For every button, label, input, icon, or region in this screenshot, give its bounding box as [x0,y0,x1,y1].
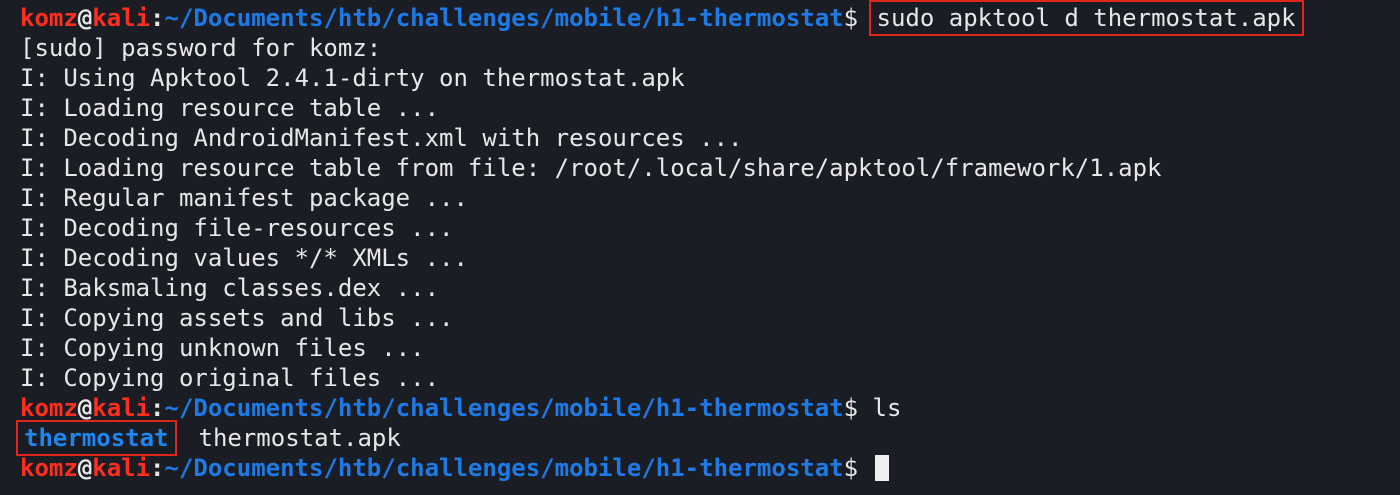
thermostat-apk-file: thermostat.apk [198,424,401,452]
ls-command: ls [872,394,902,422]
block-cursor-icon [874,455,889,481]
prompt-colon: : [150,4,165,32]
output-line: I: Loading resource table ... [20,94,440,122]
prompt-path: ~/Documents/htb/challenges/mobile/h1-the… [164,394,844,422]
prompt-colon: : [150,394,165,422]
output-line: I: Using Apktool 2.4.1-dirty on thermost… [20,64,685,92]
output-line: I: Decoding AndroidManifest.xml with res… [20,124,743,152]
prompt-at: @ [77,454,93,482]
prompt-line-2: komz@kali:~/Documents/htb/challenges/mob… [20,393,1400,423]
prompt-line-1: komz@kali:~/Documents/htb/challenges/mob… [20,0,1400,36]
prompt-line-3[interactable]: komz@kali:~/Documents/htb/challenges/mob… [20,453,1400,483]
output-line: I: Copying assets and libs ... [20,304,454,332]
output-line: I: Copying unknown files ... [20,334,425,362]
terminal-window[interactable]: komz@kali:~/Documents/htb/challenges/mob… [0,0,1400,495]
output-line: I: Decoding values */* XMLs ... [20,244,468,272]
output-line: [sudo] password for komz: [20,34,382,62]
prompt-path: ~/Documents/htb/challenges/mobile/h1-the… [164,4,844,32]
prompt-user: komz [20,454,78,482]
output-line: I: Copying original files ... [20,364,440,392]
prompt-at: @ [77,394,93,422]
output-line: I: Baksmaling classes.dex ... [20,274,440,302]
prompt-colon: : [150,454,165,482]
apktool-command: sudo apktool d thermostat.apk [868,0,1304,36]
prompt-dollar: $ [843,454,859,482]
ls-output-line: thermostat thermostat.apk [16,420,1400,456]
prompt-host: kali [92,454,151,482]
output-line: I: Decoding file-resources ... [20,214,454,242]
prompt-user: komz [20,4,78,32]
prompt-user: komz [20,394,78,422]
prompt-at: @ [77,4,93,32]
prompt-host: kali [92,4,151,32]
prompt-dollar: $ [843,394,859,422]
prompt-host: kali [92,394,151,422]
output-line: I: Regular manifest package ... [20,184,468,212]
output-line: I: Loading resource table from file: /ro… [20,154,1162,182]
prompt-path: ~/Documents/htb/challenges/mobile/h1-the… [164,454,844,482]
prompt-dollar: $ [843,4,859,32]
thermostat-directory: thermostat [16,420,177,456]
